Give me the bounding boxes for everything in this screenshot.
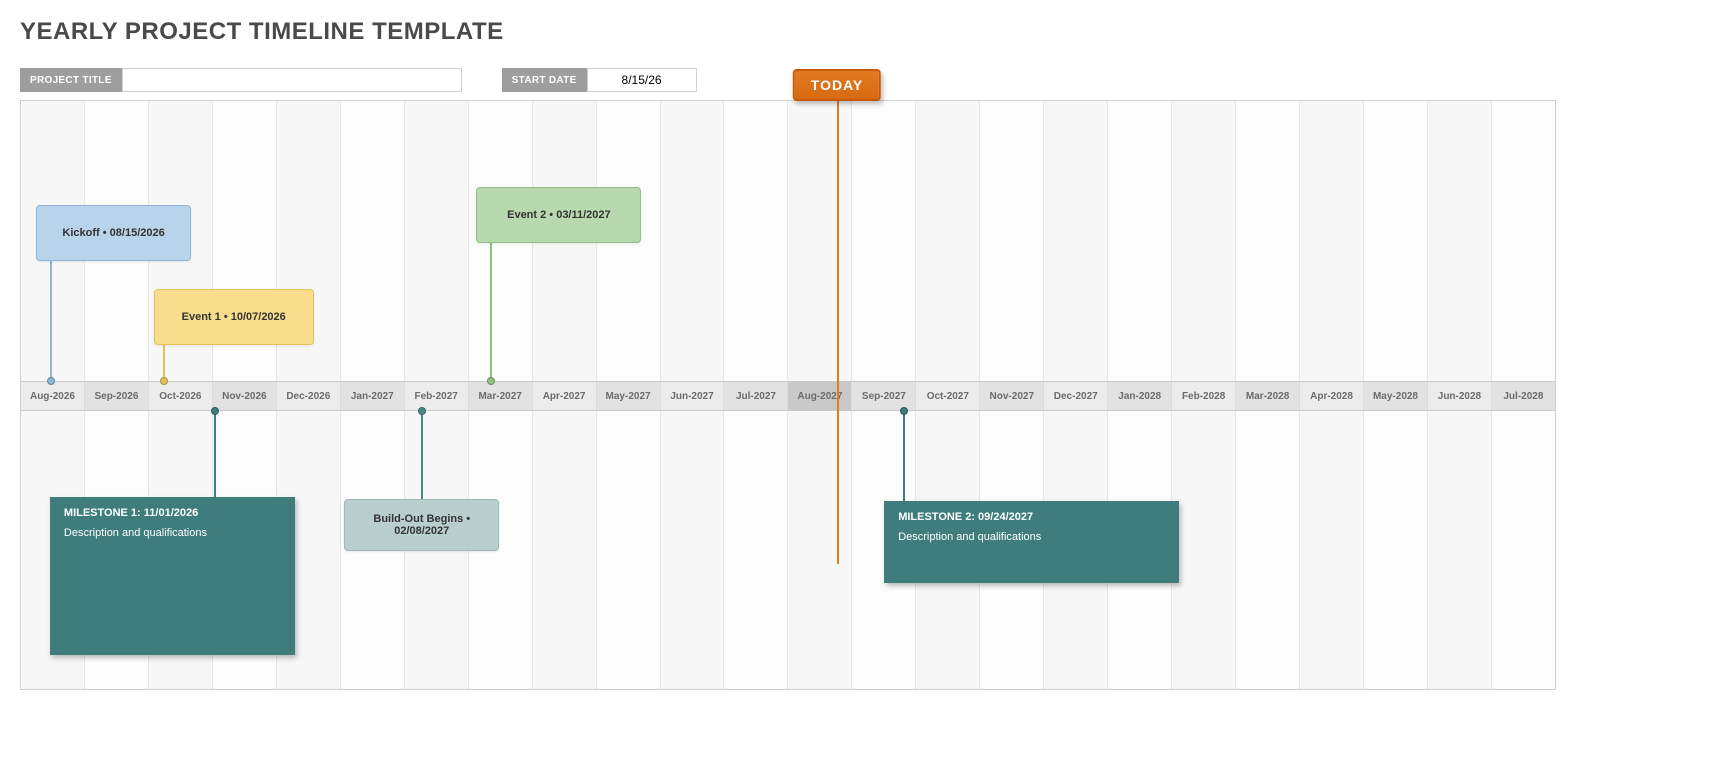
project-title-input[interactable] [122, 68, 462, 92]
axis-tick: Mar-2027 [469, 382, 533, 410]
start-date-value[interactable]: 8/15/26 [587, 68, 697, 92]
axis-tick: Dec-2027 [1044, 382, 1108, 410]
event-card-buildout[interactable]: Build-Out Begins • 02/08/2027 [344, 499, 499, 551]
start-date-label: START DATE [502, 68, 587, 92]
event-stem [421, 411, 423, 499]
axis-tick: May-2028 [1364, 382, 1428, 410]
event-stem [903, 411, 905, 501]
axis-tick: Sep-2026 [85, 382, 149, 410]
axis-tick: Jul-2027 [724, 382, 788, 410]
event-card-event1[interactable]: Event 1 • 10/07/2026 [154, 289, 314, 345]
event-card-kickoff[interactable]: Kickoff • 08/15/2026 [36, 205, 191, 261]
event-stem [214, 411, 216, 497]
axis-tick: Jan-2028 [1108, 382, 1172, 410]
axis-tick: Aug-2027 [788, 382, 852, 410]
axis-tick: Jan-2027 [341, 382, 405, 410]
axis-tick: Dec-2026 [277, 382, 341, 410]
axis-tick: Feb-2027 [405, 382, 469, 410]
axis-tick: Oct-2027 [916, 382, 980, 410]
milestone-block-milestone2[interactable]: MILESTONE 2: 09/24/2027 Description and q… [884, 501, 1179, 583]
event-stem [490, 243, 492, 381]
axis-tick: Apr-2028 [1300, 382, 1364, 410]
axis-tick: Jun-2027 [661, 382, 725, 410]
axis-tick: Aug-2026 [21, 382, 85, 410]
milestone-desc: Description and qualifications [898, 531, 1165, 543]
axis-tick: Feb-2028 [1172, 382, 1236, 410]
axis-tick: Mar-2028 [1236, 382, 1300, 410]
timeline-chart: Aug-2026Sep-2026Oct-2026Nov-2026Dec-2026… [20, 100, 1556, 690]
axis-tick: Jul-2028 [1492, 382, 1555, 410]
axis-tick: Apr-2027 [533, 382, 597, 410]
milestone-desc: Description and qualifications [64, 527, 281, 539]
project-title-field: PROJECT TITLE [20, 68, 462, 92]
event-stem [163, 345, 165, 381]
axis-tick: Oct-2026 [149, 382, 213, 410]
start-date-field: START DATE 8/15/26 [502, 68, 697, 92]
project-title-label: PROJECT TITLE [20, 68, 122, 92]
milestone-block-milestone1[interactable]: MILESTONE 1: 11/01/2026 Description and q… [50, 497, 295, 655]
milestone-title: MILESTONE 1: 11/01/2026 [64, 507, 281, 519]
today-badge: TODAY [793, 69, 881, 101]
axis-tick: Jun-2028 [1428, 382, 1492, 410]
axis-tick: May-2027 [597, 382, 661, 410]
axis-tick: Nov-2026 [213, 382, 277, 410]
milestone-title: MILESTONE 2: 09/24/2027 [898, 511, 1165, 523]
axis-tick: Nov-2027 [980, 382, 1044, 410]
today-line [837, 101, 839, 564]
event-card-event2[interactable]: Event 2 • 03/11/2027 [476, 187, 641, 243]
event-stem [50, 261, 52, 381]
page-title: YEARLY PROJECT TIMELINE TEMPLATE [20, 18, 1698, 46]
timeline-axis: Aug-2026Sep-2026Oct-2026Nov-2026Dec-2026… [21, 381, 1555, 411]
axis-tick: Sep-2027 [852, 382, 916, 410]
